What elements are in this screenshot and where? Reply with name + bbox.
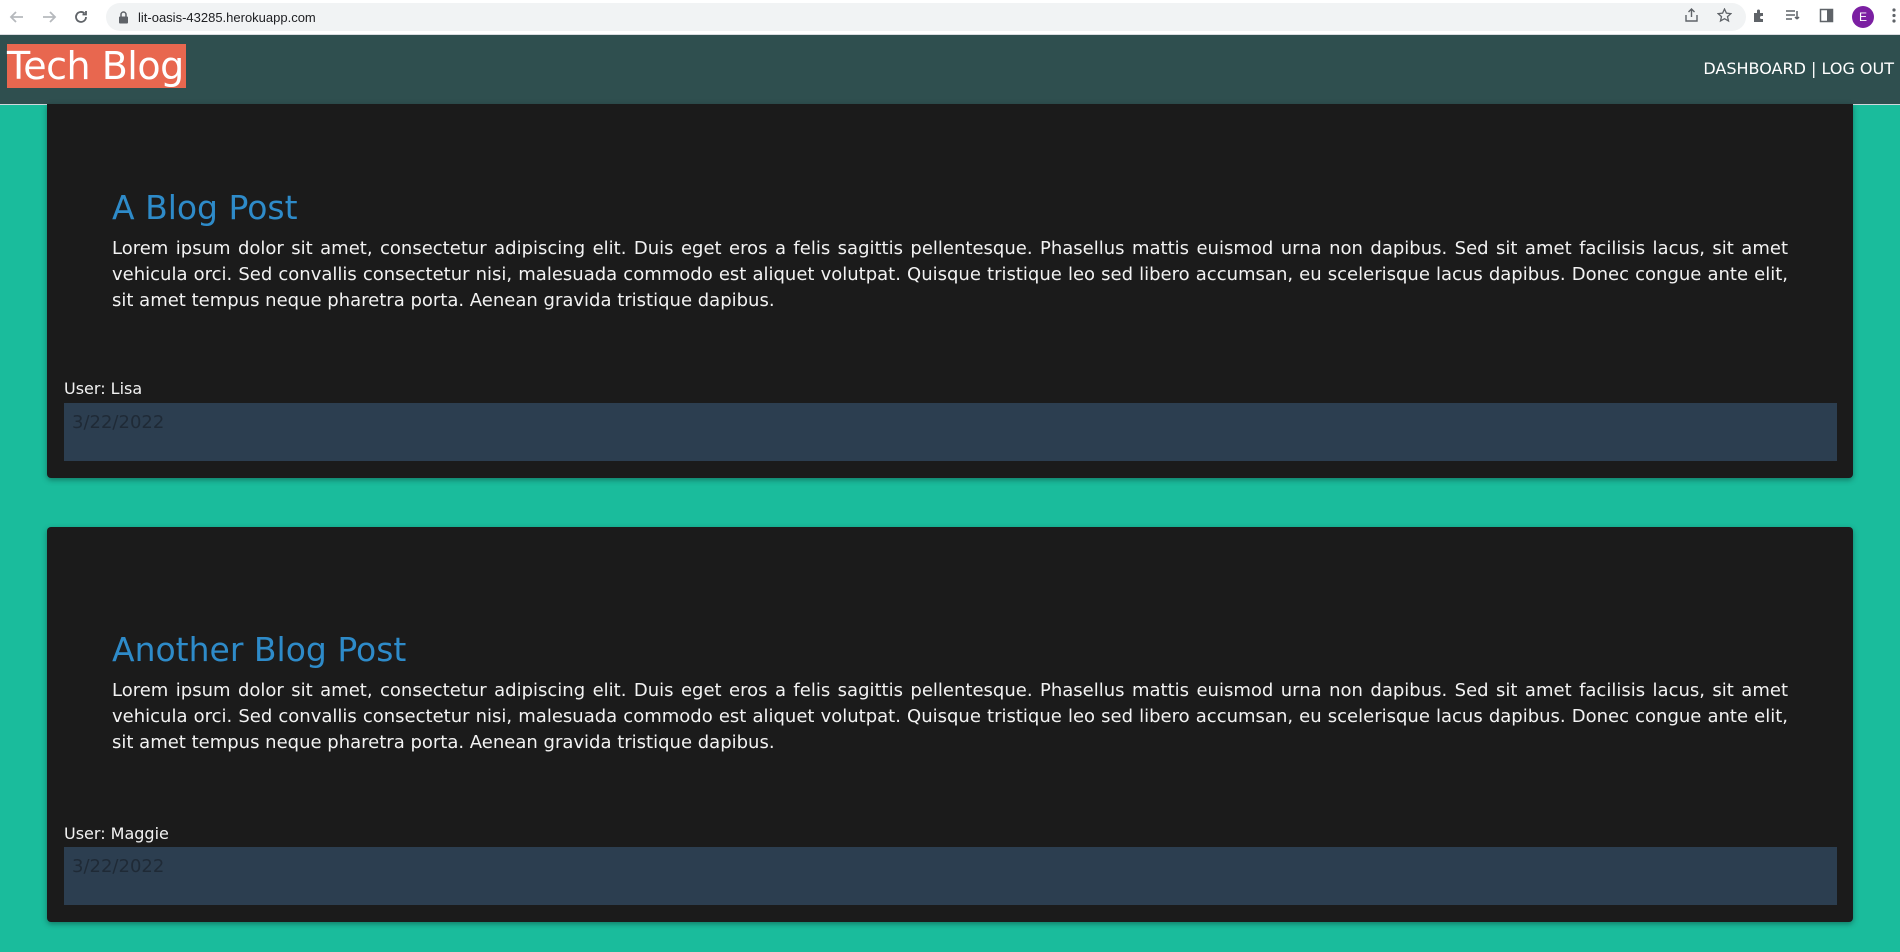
logout-link[interactable]: LOG OUT	[1822, 59, 1895, 78]
header-nav: DASHBOARD | LOG OUT	[1703, 59, 1894, 78]
post-date: 3/22/2022	[64, 847, 1837, 905]
blog-post-card[interactable]: Another Blog Post Lorem ipsum dolor sit …	[47, 527, 1853, 922]
site-header: Tech Blog DASHBOARD | LOG OUT	[0, 35, 1900, 105]
blog-post-card[interactable]: A Blog Post Lorem ipsum dolor sit amet, …	[47, 104, 1853, 478]
forward-arrow-icon[interactable]	[34, 2, 64, 32]
nav-separator: |	[1805, 59, 1822, 78]
site-logo[interactable]: Tech Blog	[7, 44, 186, 88]
post-body: Lorem ipsum dolor sit amet, consectetur …	[112, 238, 1788, 311]
lock-icon[interactable]	[116, 10, 130, 24]
browser-toolbar: lit-oasis-43285.herokuapp.com E	[0, 0, 1900, 35]
post-author: User: Lisa	[64, 379, 143, 398]
reading-list-icon[interactable]	[1785, 8, 1801, 27]
reload-icon[interactable]	[66, 2, 96, 32]
post-date: 3/22/2022	[64, 403, 1837, 461]
bookmark-star-icon[interactable]	[1716, 6, 1733, 27]
profile-avatar[interactable]: E	[1852, 6, 1874, 28]
post-title[interactable]: A Blog Post	[112, 188, 298, 227]
post-body: Lorem ipsum dolor sit amet, consectetur …	[112, 680, 1788, 753]
url-text[interactable]: lit-oasis-43285.herokuapp.com	[138, 10, 316, 25]
more-menu-icon[interactable]	[1892, 7, 1896, 27]
share-icon[interactable]	[1684, 7, 1699, 27]
extensions-puzzle-icon[interactable]	[1752, 8, 1767, 27]
side-panel-icon[interactable]	[1819, 8, 1834, 27]
address-bar[interactable]: lit-oasis-43285.herokuapp.com	[106, 3, 1746, 31]
back-arrow-icon[interactable]	[2, 2, 32, 32]
post-title[interactable]: Another Blog Post	[112, 630, 406, 669]
post-author: User: Maggie	[64, 824, 169, 843]
dashboard-link[interactable]: DASHBOARD	[1703, 59, 1806, 78]
